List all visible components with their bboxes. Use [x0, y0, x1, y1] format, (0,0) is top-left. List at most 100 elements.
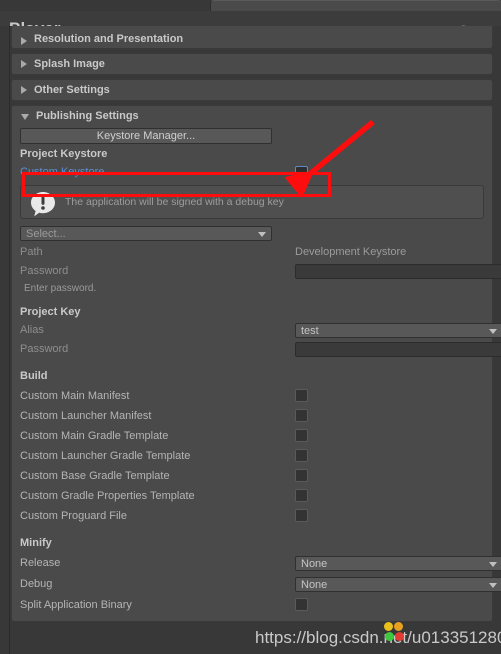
minify-heading-row: Minify: [20, 534, 484, 553]
split-application-binary-row[interactable]: Split Application Binary: [20, 595, 484, 615]
publishing-settings-content: Keystore Manager... Project Keystore Cus…: [12, 126, 501, 621]
keystore-path-row: Path Development Keystore: [20, 243, 484, 262]
keystore-select-row: Select...: [20, 224, 484, 243]
build-heading-row: Build: [20, 367, 484, 386]
build-row[interactable]: Custom Base Gradle Template: [20, 466, 484, 486]
keystore-path-label: Path: [20, 246, 43, 258]
build-item-label: Custom Proguard File: [20, 509, 127, 522]
build-row[interactable]: Custom Main Gradle Template: [20, 426, 484, 446]
chevron-right-icon: [21, 86, 27, 94]
badge-orange-icon: [394, 622, 403, 631]
minify-debug-value: None: [301, 578, 328, 591]
build-row[interactable]: Custom Main Manifest: [20, 386, 484, 406]
keystore-password-hint: Enter password.: [24, 282, 97, 294]
keystore-password-row: Password: [20, 262, 501, 280]
key-password-row: Password: [20, 340, 501, 359]
unity-player-settings-window: Player ?: [0, 0, 501, 654]
project-keystore-heading-row: Project Keystore: [20, 146, 484, 163]
project-key-heading-row: Project Key: [20, 304, 484, 321]
custom-base-gradle-template-checkbox[interactable]: [295, 469, 308, 482]
key-alias-value: test: [301, 324, 319, 337]
build-item-label: Custom Main Manifest: [20, 389, 130, 402]
foldout-label: Other Settings: [34, 83, 110, 96]
keystore-path-value: Development Keystore: [295, 246, 407, 258]
build-row[interactable]: Custom Launcher Gradle Template: [20, 446, 484, 466]
key-password-input[interactable]: [295, 342, 501, 357]
build-heading: Build: [20, 370, 48, 382]
chevron-down-icon: [489, 329, 497, 334]
project-keystore-heading: Project Keystore: [20, 148, 108, 160]
custom-keystore-row[interactable]: Custom Keystore: [20, 163, 484, 182]
exclamation-bubble-icon: [29, 190, 57, 223]
chevron-down-icon: [489, 562, 497, 567]
build-item-label: Custom Launcher Gradle Template: [20, 449, 191, 462]
foldout-header[interactable]: Splash Image: [12, 54, 492, 74]
build-row[interactable]: Custom Launcher Manifest: [20, 406, 484, 426]
watermark-url: https://blog.csdn.net/u013351280: [255, 628, 501, 647]
split-application-binary-checkbox[interactable]: [295, 598, 308, 611]
custom-keystore-label: Custom Keystore: [20, 166, 105, 178]
minify-release-label: Release: [20, 557, 61, 569]
custom-keystore-checkbox[interactable]: [295, 166, 308, 179]
custom-launcher-manifest-checkbox[interactable]: [295, 409, 308, 422]
build-row[interactable]: Custom Proguard File: [20, 506, 484, 526]
keystore-select-value: Select...: [26, 227, 66, 240]
foldout-other-settings[interactable]: Other Settings: [11, 79, 493, 101]
keystore-manager-button[interactable]: Keystore Manager...: [20, 128, 272, 144]
custom-gradle-properties-template-checkbox[interactable]: [295, 489, 308, 502]
foldout-label: Splash Image: [34, 57, 105, 70]
keystore-manager-row: Keystore Manager...: [20, 126, 484, 146]
custom-launcher-gradle-template-checkbox[interactable]: [295, 449, 308, 462]
badge-red-icon: [395, 632, 404, 641]
build-item-label: Custom Base Gradle Template: [20, 469, 170, 482]
chevron-down-icon: [21, 114, 29, 120]
debug-key-warning-box: The application will be signed with a de…: [20, 185, 484, 219]
foldout-publishing-settings[interactable]: Publishing Settings Keystore Manager... …: [11, 105, 501, 622]
custom-main-manifest-checkbox[interactable]: [295, 389, 308, 402]
minify-debug-dropdown[interactable]: None: [295, 577, 501, 592]
keystore-password-hint-row: Enter password.: [20, 280, 484, 296]
key-alias-dropdown[interactable]: test: [295, 323, 501, 338]
foldout-splash-image[interactable]: Splash Image: [11, 53, 493, 75]
key-password-label: Password: [20, 343, 69, 355]
key-alias-label: Alias: [20, 324, 44, 336]
inspector-body: Resolution and Presentation Splash Image…: [0, 26, 501, 654]
keystore-password-input[interactable]: [295, 264, 501, 279]
keystore-select-dropdown[interactable]: Select...: [20, 226, 272, 241]
project-key-heading: Project Key: [20, 306, 81, 318]
keystore-password-label: Password: [20, 264, 69, 277]
badge-green-icon: [385, 632, 394, 641]
custom-main-gradle-template-checkbox[interactable]: [295, 429, 308, 442]
foldout-label: Resolution and Presentation: [34, 33, 184, 45]
watermark-badges-lower: [385, 632, 404, 641]
chevron-right-icon: [21, 37, 27, 45]
minify-release-row: Release None: [20, 553, 501, 574]
panel-left-rail: [9, 26, 10, 654]
minify-debug-row: Debug None: [20, 574, 501, 595]
minify-heading: Minify: [20, 537, 52, 549]
foldout-resolution-and-presentation[interactable]: Resolution and Presentation: [11, 26, 493, 49]
minify-debug-label: Debug: [20, 578, 53, 590]
chevron-right-icon: [21, 60, 27, 68]
foldout-header[interactable]: Other Settings: [12, 80, 492, 100]
build-item-label: Custom Gradle Properties Template: [20, 489, 195, 502]
editor-tab-strip: [0, 0, 501, 12]
chevron-down-icon: [258, 232, 266, 237]
foldout-header[interactable]: Publishing Settings: [12, 106, 492, 126]
minify-release-dropdown[interactable]: None: [295, 556, 501, 571]
build-row[interactable]: Custom Gradle Properties Template: [20, 486, 484, 506]
custom-proguard-file-checkbox[interactable]: [295, 509, 308, 522]
chevron-down-icon: [489, 583, 497, 588]
foldout-header[interactable]: Resolution and Presentation: [12, 26, 492, 48]
debug-key-warning-text: The application will be signed with a de…: [65, 196, 284, 208]
split-application-binary-label: Split Application Binary: [20, 598, 132, 611]
key-alias-row: Alias test: [20, 321, 501, 340]
badge-yellow-icon: [384, 622, 393, 631]
watermark-badges: [384, 622, 403, 631]
settings-panel-column: Resolution and Presentation Splash Image…: [11, 26, 501, 626]
foldout-label: Publishing Settings: [36, 109, 139, 122]
build-item-label: Custom Launcher Manifest: [20, 409, 152, 422]
build-item-label: Custom Main Gradle Template: [20, 429, 169, 442]
